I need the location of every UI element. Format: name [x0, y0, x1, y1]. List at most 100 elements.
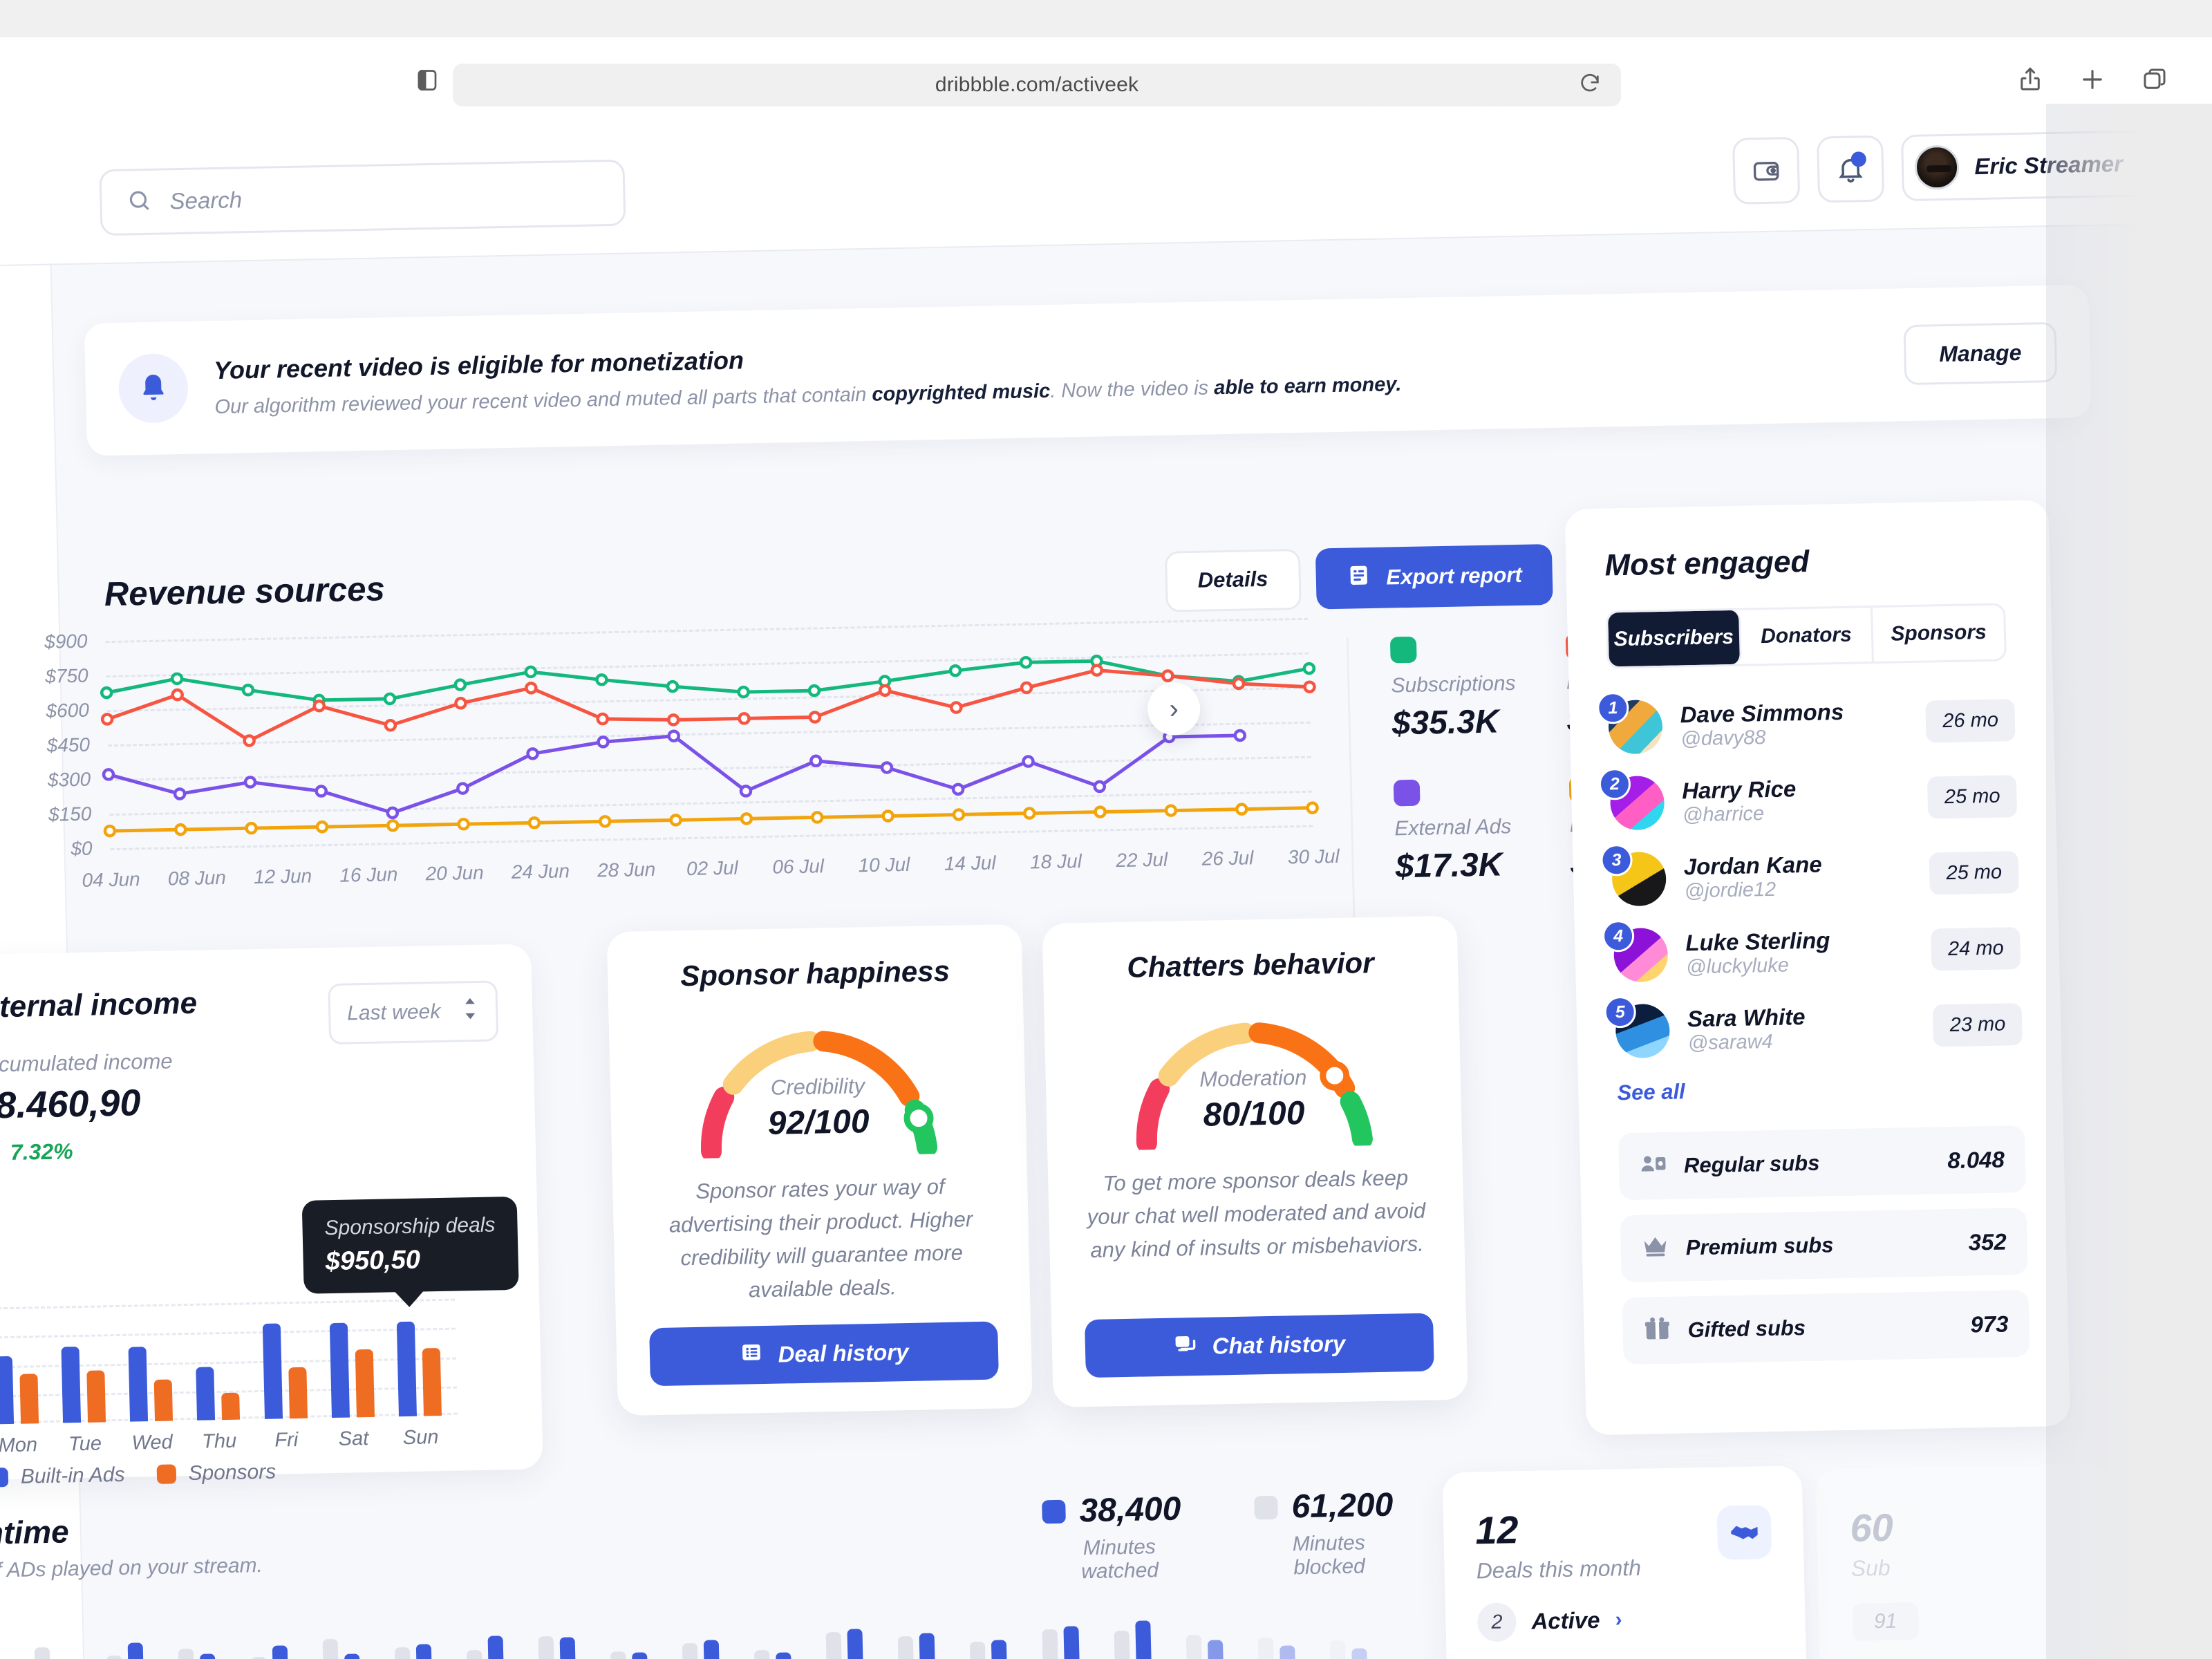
- chat-icon: [1173, 1332, 1197, 1362]
- y-axis-tick: $150: [48, 803, 92, 826]
- bar-minutes-watched: [128, 1642, 144, 1659]
- bar-minutes-watched: [632, 1652, 648, 1659]
- chat-history-button[interactable]: Chat history: [1085, 1313, 1434, 1378]
- search-input[interactable]: Search: [99, 160, 626, 236]
- legend-minutes-watched: 38,400 Minutes watched: [1042, 1490, 1197, 1584]
- bar-built-in-ads: [262, 1323, 282, 1419]
- x-axis-tick: Tue: [68, 1432, 102, 1456]
- gift-icon: [1643, 1315, 1671, 1347]
- period-select[interactable]: Last week: [328, 980, 498, 1044]
- person-name: Luke Sterling: [1685, 927, 1830, 956]
- sidebar-toggle-icon[interactable]: [415, 66, 440, 97]
- chevron-right-icon: ›: [1615, 1608, 1622, 1631]
- list-item[interactable]: 3Jordan Kane@jordie1225 mo: [1611, 845, 2019, 906]
- bar-minutes-watched: [1280, 1645, 1296, 1659]
- bar-group: [1042, 1626, 1080, 1659]
- tab-subscribers[interactable]: Subscribers: [1608, 610, 1741, 667]
- bar-minutes-blocked: [395, 1647, 411, 1659]
- legend-label: Sponsors: [188, 1461, 276, 1485]
- x-axis-tick: 16 Jun: [339, 863, 398, 887]
- revenue-sources-card: Revenue sources Details Export report $0…: [0, 509, 1574, 927]
- row-label: Gifted subs: [1687, 1315, 1806, 1342]
- rank-badge: 3: [1600, 844, 1633, 877]
- bar-minutes-blocked: [1258, 1638, 1275, 1659]
- tab-donators[interactable]: Donators: [1741, 608, 1874, 664]
- bar-group: [178, 1648, 216, 1659]
- deal-row[interactable]: 4Pending›: [1479, 1656, 1775, 1659]
- bar-minutes-watched: [344, 1653, 361, 1659]
- avatar: [1915, 145, 1960, 190]
- bar-group: [1330, 1640, 1368, 1659]
- bar-group: [129, 1347, 174, 1422]
- x-axis-tick: 06 Jul: [772, 855, 824, 878]
- share-icon[interactable]: [2014, 64, 2046, 95]
- tab-sponsors[interactable]: Sponsors: [1873, 605, 2004, 662]
- deal-row[interactable]: 2Active›: [1477, 1597, 1774, 1642]
- ghost-row: 91: [1852, 1602, 1919, 1641]
- stat-external-ads: External Ads $17.3K: [1394, 778, 1523, 885]
- x-axis-tick: 10 Jul: [858, 854, 910, 877]
- income-bar-chart: $0.8k$1.0k$1.2k$1.4k$1.6kMonTueWedThuFri…: [0, 1284, 458, 1425]
- subscription-row[interactable]: Regular subs8.048: [1618, 1125, 2026, 1200]
- card-description: Sponsor rates your way of advertising th…: [646, 1170, 997, 1309]
- list-item[interactable]: 2Harry Rice@harrice25 mo: [1610, 769, 2018, 830]
- manage-button[interactable]: Manage: [1903, 321, 2057, 384]
- legend-sponsors: Sponsors: [156, 1461, 276, 1486]
- export-report-button[interactable]: Export report: [1315, 544, 1553, 610]
- bar-group: [0, 1356, 39, 1424]
- bar-built-in-ads: [0, 1356, 14, 1425]
- months-badge: 25 mo: [1929, 851, 2019, 894]
- bar-minutes-blocked: [1185, 1635, 1202, 1659]
- card-title: Most engaged: [1604, 541, 2012, 583]
- address-bar[interactable]: dribbble.com/activeek: [453, 64, 1621, 106]
- bar-minutes-watched: [487, 1635, 504, 1659]
- banner-bold-1: copyrighted music: [872, 379, 1051, 405]
- deal-count: 2: [1477, 1602, 1517, 1642]
- bar-built-in-ads: [329, 1322, 349, 1418]
- list-item[interactable]: 5Sara White@saraw423 mo: [1615, 997, 2023, 1058]
- see-all-link[interactable]: See all: [1617, 1073, 2024, 1105]
- row-value: 352: [1968, 1228, 2007, 1255]
- bell-icon[interactable]: [1817, 135, 1884, 203]
- app-viewport: Search Eric Streamer: [0, 104, 2212, 1659]
- bar-sponsors: [154, 1379, 173, 1421]
- subscription-row[interactable]: Premium subs352: [1620, 1208, 2028, 1282]
- page-edge-shadow: [2046, 104, 2212, 1659]
- list-item[interactable]: 4Luke Sterling@luckyluke24 mo: [1613, 921, 2021, 982]
- details-button[interactable]: Details: [1165, 549, 1302, 612]
- reload-icon[interactable]: [1578, 72, 1602, 99]
- x-axis-tick: 18 Jul: [1030, 850, 1082, 873]
- bar-group: [250, 1645, 288, 1659]
- stat-subscriptions: Subscriptions $35.3K: [1390, 635, 1519, 742]
- bar-minutes-blocked: [35, 1647, 51, 1659]
- wallet-icon[interactable]: [1732, 137, 1800, 205]
- x-axis-tick: 28 Jun: [597, 859, 656, 882]
- bar-group: [0, 1648, 1, 1659]
- subscription-row[interactable]: Gifted subs 973: [1622, 1290, 2030, 1365]
- users-money-icon: [1639, 1150, 1667, 1182]
- bar-minutes-blocked: [467, 1650, 483, 1659]
- bar-group: [826, 1629, 864, 1659]
- stat-value: $35.3K: [1391, 702, 1519, 743]
- bar-minutes-watched: [776, 1652, 792, 1659]
- bar-sponsors: [422, 1348, 442, 1416]
- y-axis-tick: $300: [48, 769, 91, 791]
- card-title: Sponsor happiness: [641, 954, 990, 994]
- watchtime-bar-chart: 04SAT05SUN06MON07TUE08WED09THU10FRI11SAT…: [0, 1598, 1392, 1659]
- legend-label: Minutes blocked: [1255, 1530, 1403, 1580]
- banner-bold-2: able to earn money.: [1214, 373, 1402, 399]
- gauge-value: 80/100: [1115, 1093, 1392, 1136]
- bar-group: [466, 1635, 504, 1659]
- legend-label: Built-in Ads: [21, 1463, 125, 1489]
- tabs-icon[interactable]: [2139, 64, 2171, 95]
- bar-minutes-watched: [704, 1640, 720, 1659]
- browser-window: dribbble.com/activeek: [0, 0, 2212, 1659]
- plus-icon[interactable]: [2077, 64, 2108, 95]
- bar-minutes-watched: [560, 1637, 577, 1659]
- avatar: 1: [1608, 700, 1663, 754]
- deal-history-button[interactable]: Deal history: [649, 1322, 999, 1387]
- list-item[interactable]: 1Dave Simmons@davy8826 mo: [1608, 693, 2016, 754]
- period-value: Last week: [347, 1000, 441, 1026]
- x-axis-tick: 24 Jun: [512, 860, 570, 883]
- row-value: 973: [1970, 1311, 2009, 1338]
